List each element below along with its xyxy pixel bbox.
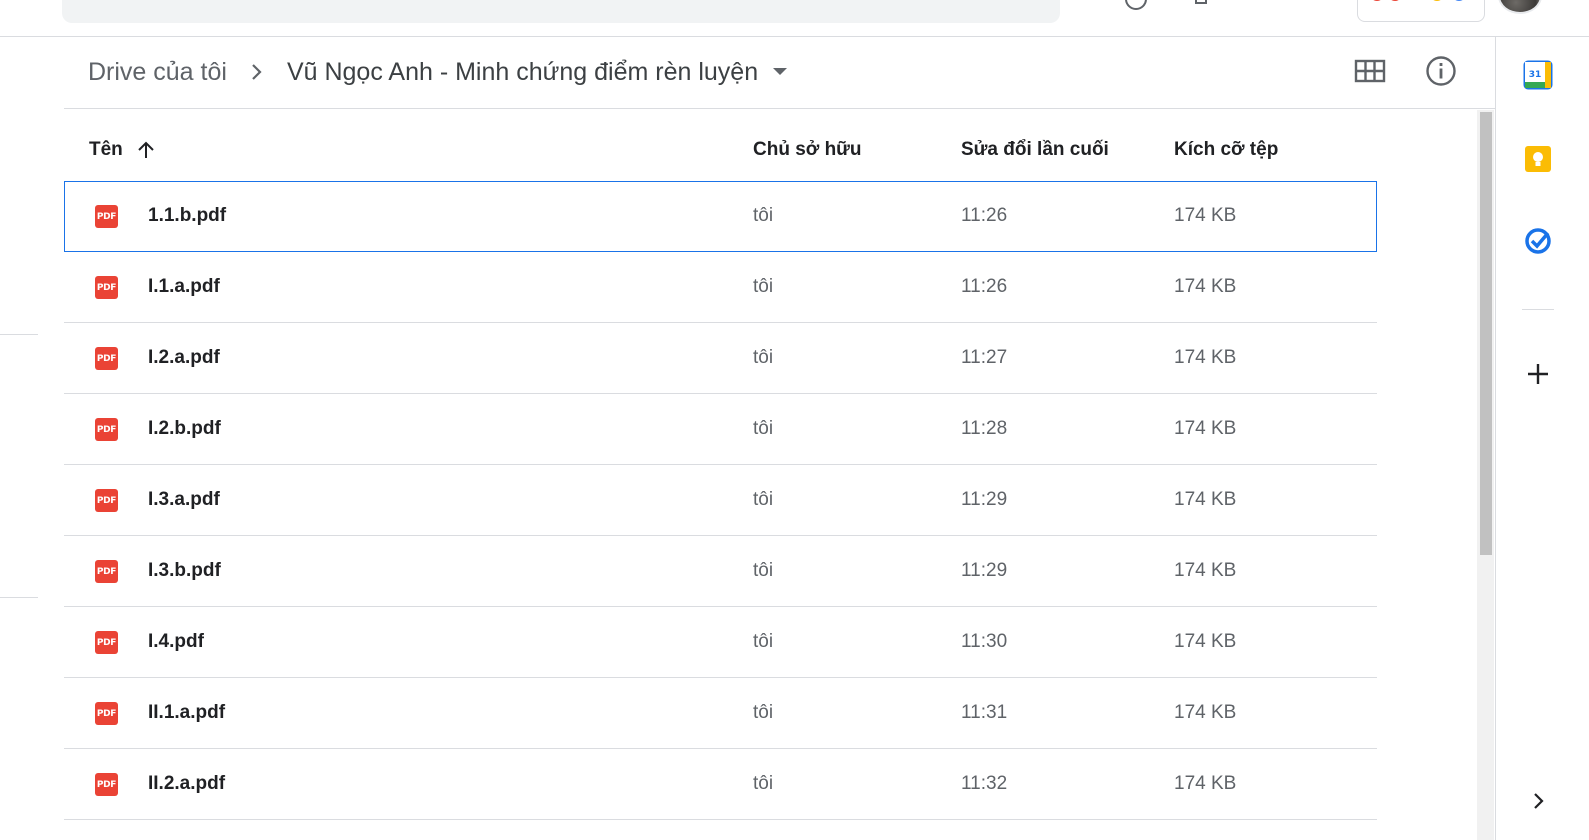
breadcrumb: Drive của tôi Vũ Ngọc Anh - Minh chứng đ… xyxy=(88,52,790,92)
info-icon xyxy=(1425,55,1457,92)
grid-view-button[interactable] xyxy=(1352,55,1388,91)
info-button[interactable] xyxy=(1423,55,1459,91)
file-owner: tôi xyxy=(753,347,774,368)
file-name[interactable]: 1.1.b.pdf xyxy=(148,205,226,227)
file-modified: 11:31 xyxy=(961,702,1008,723)
file-table: Tên Chủ sở hữu Sửa đổi lần cuối Kích cỡ … xyxy=(64,118,1377,820)
table-row[interactable]: PDF I.2.a.pdf tôi 11:27 174 KB xyxy=(64,323,1377,394)
file-name[interactable]: II.1.a.pdf xyxy=(148,702,225,724)
table-row[interactable]: PDF I.1.a.pdf tôi 11:26 174 KB xyxy=(64,252,1377,323)
file-size: 174 KB xyxy=(1174,205,1237,226)
table-row[interactable]: PDF I.3.a.pdf tôi 11:29 174 KB xyxy=(64,465,1377,536)
column-header-owner[interactable]: Chủ sở hữu xyxy=(753,139,862,161)
file-size: 174 KB xyxy=(1174,631,1237,652)
file-size: 174 KB xyxy=(1174,276,1237,297)
table-row[interactable]: PDF I.3.b.pdf tôi 11:29 174 KB xyxy=(64,536,1377,607)
avatar[interactable] xyxy=(1498,0,1542,14)
grid-view-icon xyxy=(1354,59,1386,88)
file-owner: tôi xyxy=(753,560,774,581)
logo-red-shape-2 xyxy=(1388,0,1402,1)
column-header-size[interactable]: Kích cỡ tệp xyxy=(1174,139,1278,161)
chevron-right-icon xyxy=(227,62,287,82)
file-owner: tôi xyxy=(753,418,774,439)
file-size: 174 KB xyxy=(1174,347,1237,368)
file-owner: tôi xyxy=(753,631,774,652)
expand-panel-button[interactable] xyxy=(1522,787,1554,819)
arrow-up-icon[interactable] xyxy=(137,140,155,160)
calendar-button[interactable]: 31 xyxy=(1522,60,1554,95)
pdf-icon: PDF xyxy=(95,347,118,370)
file-name[interactable]: I.2.b.pdf xyxy=(148,418,221,440)
column-header-modified[interactable]: Sửa đổi lần cuối xyxy=(961,139,1109,161)
tasks-icon xyxy=(1523,226,1553,261)
pdf-icon: PDF xyxy=(95,560,118,583)
table-row[interactable]: PDF I.2.b.pdf tôi 11:28 174 KB xyxy=(64,394,1377,465)
pdf-icon: PDF xyxy=(95,702,118,725)
sidebar-divider xyxy=(0,597,38,598)
file-owner: tôi xyxy=(753,276,774,297)
search-bar[interactable] xyxy=(62,0,1060,23)
table-row[interactable]: PDF II.2.a.pdf tôi 11:32 174 KB xyxy=(64,749,1377,820)
file-modified: 11:28 xyxy=(961,418,1008,439)
keep-icon xyxy=(1523,144,1553,179)
top-bar xyxy=(0,0,1589,37)
file-modified: 11:29 xyxy=(961,489,1008,510)
breadcrumb-root[interactable]: Drive của tôi xyxy=(88,58,227,87)
table-row[interactable]: PDF 1.1.b.pdf tôi 11:26 174 KB xyxy=(64,181,1377,252)
add-icon xyxy=(1526,362,1550,391)
file-size: 174 KB xyxy=(1174,489,1237,510)
file-name[interactable]: I.3.b.pdf xyxy=(148,560,221,582)
side-panel: 31 xyxy=(1495,37,1589,840)
table-header: Tên Chủ sở hữu Sửa đổi lần cuối Kích cỡ … xyxy=(64,118,1377,181)
keep-button[interactable] xyxy=(1522,145,1554,177)
column-header-name-label: Tên xyxy=(89,138,123,160)
breadcrumb-current-folder[interactable]: Vũ Ngọc Anh - Minh chứng điểm rèn luyện xyxy=(287,58,758,87)
chevron-right-icon xyxy=(1531,791,1545,816)
header-divider xyxy=(64,108,1495,109)
table-row[interactable]: PDF I.4.pdf tôi 11:30 174 KB xyxy=(64,607,1377,678)
workspace-logo-widget[interactable] xyxy=(1357,0,1485,22)
file-owner: tôi xyxy=(753,773,774,794)
svg-text:31: 31 xyxy=(1529,70,1542,80)
file-owner: tôi xyxy=(753,489,774,510)
file-owner: tôi xyxy=(753,702,774,723)
file-size: 174 KB xyxy=(1174,702,1237,723)
help-icon[interactable] xyxy=(1125,0,1147,10)
scrollbar-thumb[interactable] xyxy=(1480,112,1492,555)
pdf-icon: PDF xyxy=(95,276,118,299)
file-name[interactable]: II.2.a.pdf xyxy=(148,773,225,795)
pdf-icon: PDF xyxy=(95,205,118,228)
file-modified: 11:26 xyxy=(961,276,1008,297)
pdf-icon: PDF xyxy=(95,418,118,441)
file-modified: 11:27 xyxy=(961,347,1008,368)
pdf-icon: PDF xyxy=(95,773,118,796)
tasks-button[interactable] xyxy=(1522,227,1554,259)
caret-down-icon[interactable] xyxy=(772,67,790,77)
logo-yellow-shape xyxy=(1430,0,1444,1)
file-modified: 11:32 xyxy=(961,773,1008,794)
pdf-icon: PDF xyxy=(95,631,118,654)
calendar-icon: 31 xyxy=(1523,60,1553,95)
add-addon-button[interactable] xyxy=(1522,360,1554,392)
file-name[interactable]: I.2.a.pdf xyxy=(148,347,220,369)
column-header-name[interactable]: Tên xyxy=(89,139,155,161)
side-panel-divider xyxy=(1522,309,1554,310)
file-size: 174 KB xyxy=(1174,560,1237,581)
file-name[interactable]: I.4.pdf xyxy=(148,631,204,653)
file-list: PDF 1.1.b.pdf tôi 11:26 174 KB PDF I.1.a.pdf tô… xyxy=(64,181,1377,820)
file-name[interactable]: I.3.a.pdf xyxy=(148,489,220,511)
file-modified: 11:30 xyxy=(961,631,1008,652)
file-owner: tôi xyxy=(753,205,774,226)
logo-blue-shape xyxy=(1452,0,1466,1)
table-row[interactable]: PDF II.1.a.pdf tôi 11:31 174 KB xyxy=(64,678,1377,749)
file-size: 174 KB xyxy=(1174,773,1237,794)
pdf-icon: PDF xyxy=(95,489,118,512)
settings-icon[interactable] xyxy=(1195,0,1207,4)
file-modified: 11:29 xyxy=(961,560,1008,581)
file-name[interactable]: I.1.a.pdf xyxy=(148,276,220,298)
file-modified: 11:26 xyxy=(961,205,1008,226)
logo-red-shape xyxy=(1370,0,1384,1)
file-size: 174 KB xyxy=(1174,418,1237,439)
sidebar-divider xyxy=(0,334,38,335)
